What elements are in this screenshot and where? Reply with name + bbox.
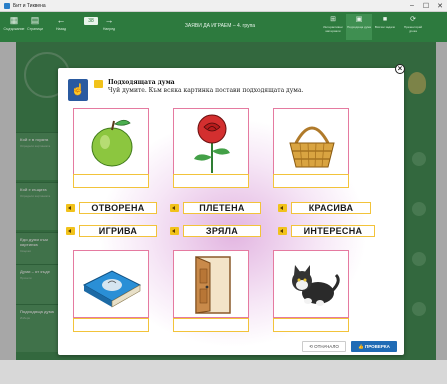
back-arrow-icon: ← — [56, 15, 66, 25]
window-title: Бит и Тиквена — [13, 2, 46, 9]
dialog-title: Подходящата дума — [108, 79, 175, 86]
window-titlebar: Бит и Тиквена – ☐ ✕ — [0, 0, 447, 12]
answer-slot[interactable] — [173, 318, 249, 332]
speaker-icon[interactable] — [170, 227, 179, 235]
answer-slot[interactable] — [273, 174, 349, 188]
dialog-instructions: Чуй думите. Към всяка картинка постави п… — [108, 87, 304, 94]
page-number-field[interactable]: 38 — [84, 17, 98, 25]
maximize-button[interactable]: ☐ — [419, 0, 433, 12]
word-option[interactable]: ЗРЯЛА — [170, 225, 261, 237]
rose-image — [173, 108, 249, 176]
basket-image — [273, 108, 349, 176]
word-option[interactable]: ИГРИВА — [66, 225, 157, 237]
contents-button[interactable]: ▦ Съдържание — [3, 15, 25, 31]
answer-slot[interactable] — [273, 318, 349, 332]
answer-slot[interactable] — [73, 318, 149, 332]
speaker-icon[interactable] — [66, 227, 75, 235]
door-image — [173, 250, 249, 318]
pages-button[interactable]: ▤ Страници — [24, 15, 46, 31]
speaker-icon[interactable] — [66, 204, 75, 212]
refresh-icon: ⟳ — [410, 16, 416, 23]
word-option[interactable]: ИНТЕРЕСНА — [278, 225, 375, 237]
answer-slot[interactable] — [173, 174, 249, 188]
check-button[interactable]: 👍 ПРОВЕРКА — [351, 341, 397, 352]
speaker-icon[interactable] — [278, 227, 287, 235]
word-option[interactable]: ОТВОРЕНА — [66, 202, 157, 214]
close-dialog-button[interactable]: × — [395, 64, 405, 74]
kitten-image — [273, 250, 349, 318]
minimize-button[interactable]: – — [405, 0, 419, 12]
all-tasks-button[interactable]: ■ Всички задачи — [372, 16, 398, 30]
forward-button[interactable]: → Напред — [98, 15, 120, 31]
pages-icon: ▤ — [30, 15, 40, 25]
exercise-button[interactable]: ▣ Подходяща дума — [346, 14, 372, 40]
sound-icon[interactable] — [94, 80, 103, 88]
speaker-icon[interactable] — [278, 204, 287, 212]
window-controls: – ☐ ✕ — [405, 0, 447, 12]
exercise-dialog: ☝ Подходящата дума Чуй думите. Към всяка… — [58, 68, 404, 355]
app-toolbar: ▦ Съдържание ▤ Страници ← Назад 38 → Нап… — [0, 12, 447, 42]
apple-image — [73, 108, 149, 176]
present-lesson-button[interactable]: ⟳ Презентирай урока — [400, 16, 426, 33]
forward-arrow-icon: → — [104, 15, 114, 25]
grid-icon: ▦ — [9, 15, 19, 25]
folder-icon: ■ — [382, 16, 388, 23]
exercise-icon: ▣ — [355, 16, 363, 23]
answer-slot[interactable] — [73, 174, 149, 188]
speaker-icon[interactable] — [170, 204, 179, 212]
book-image — [73, 250, 149, 318]
interactive-materials-button[interactable]: ⊞ Интерактивни материали — [320, 16, 346, 33]
close-window-button[interactable]: ✕ — [433, 0, 447, 12]
word-option[interactable]: КРАСИВА — [278, 202, 371, 214]
app-icon — [4, 2, 10, 9]
interactive-icon: ⊞ — [330, 16, 336, 23]
word-option[interactable]: ПЛЕТЕНА — [170, 202, 261, 214]
reset-button[interactable]: ⟲ ОТНАЧАЛО — [302, 341, 346, 352]
back-button[interactable]: ← Назад — [50, 15, 72, 31]
hand-pointer-icon: ☝ — [68, 79, 88, 101]
toolbar-title: ЗАЯВИ ДА ИГРАЕМ – 4. група — [184, 23, 256, 29]
bottom-area — [0, 360, 447, 384]
